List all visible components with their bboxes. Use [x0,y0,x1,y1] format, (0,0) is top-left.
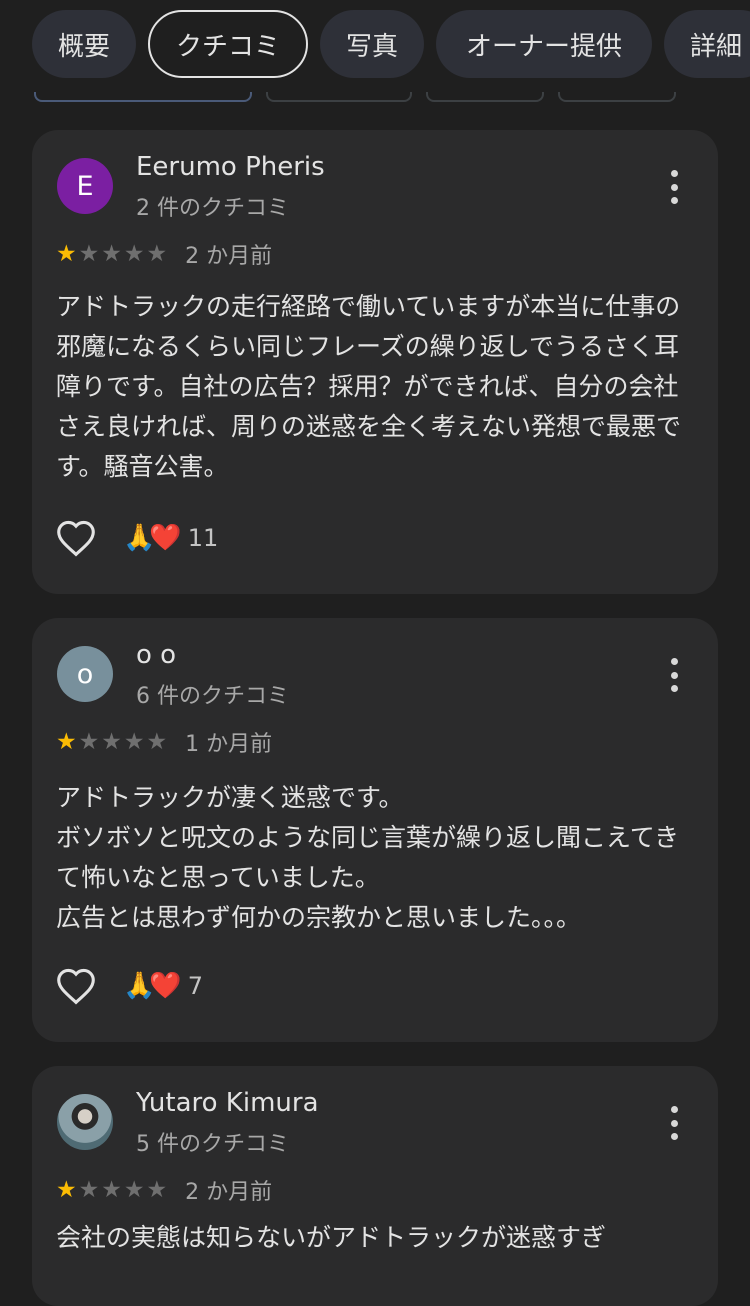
review-count: 2 件のクチコミ [136,196,289,221]
tab-overview[interactable]: 概要 [32,10,136,78]
review-card: E Eerumo Pheris 2 件のクチコミ ★ ★ ★ ★ ★ 2 か月前 アドト… [32,130,718,594]
tab-reviews[interactable]: クチコミ [148,10,308,78]
tab-photos[interactable]: 写真 [320,10,424,78]
review-text: アドトラックが凄く迷惑です。 ボソボソと呪文のような同じ言葉が繰り返し聞こえてき… [56,783,680,932]
review-date: 1 か月前 [185,732,273,757]
reaction-emojis[interactable]: 🙏❤️ [123,971,182,1001]
review-count: 5 件のクチコミ [136,1132,289,1157]
reviewer-name[interactable]: o o [136,640,176,670]
rating-row: ★ ★ ★ ★ ★ 1 か月前 [56,726,272,758]
star-empty-icon: ★ [78,240,100,267]
reaction-emojis[interactable]: 🙏❤️ [123,523,182,553]
star-empty-icon: ★ [123,240,145,267]
reviewer-name[interactable]: Yutaro Kimura [136,1088,319,1118]
star-rating: ★ ★ ★ ★ ★ [56,728,168,755]
star-empty-icon: ★ [146,240,168,267]
more-options-icon[interactable] [670,1106,678,1140]
star-filled-icon: ★ [56,1176,77,1203]
star-filled-icon: ★ [56,240,77,267]
reaction-count: 11 [187,524,219,552]
review-count: 6 件のクチコミ [136,684,289,709]
star-empty-icon: ★ [101,1176,122,1203]
star-empty-icon: ★ [101,240,122,267]
avatar[interactable]: o [57,646,113,702]
rating-row: ★ ★ ★ ★ ★ 2 か月前 [56,1174,272,1206]
tab-bar: 概要 クチコミ 写真 オーナー提供 詳細 [0,0,750,92]
star-rating: ★ ★ ★ ★ ★ [56,240,168,267]
star-empty-icon: ★ [101,728,122,755]
more-options-icon[interactable] [670,658,678,692]
star-filled-icon: ★ [56,728,77,755]
review-text: 会社の実態は知らないがアドトラックが迷惑すぎ [56,1223,607,1252]
review-text: アドトラックの走行経路で働いていますが本当に仕事の邪魔になるくらい同じフレーズの… [56,292,682,481]
heart-outline-icon[interactable] [54,966,98,1006]
star-empty-icon: ★ [123,1176,145,1203]
reviewer-name[interactable]: Eerumo Pheris [136,152,325,182]
rating-row: ★ ★ ★ ★ ★ 2 か月前 [56,238,272,270]
more-options-icon[interactable] [670,170,678,204]
reactions-row: 🙏❤️ 7 [54,966,203,1006]
tab-details[interactable]: 詳細 [664,10,750,78]
review-card: Yutaro Kimura 5 件のクチコミ ★ ★ ★ ★ ★ 2 か月前 会社の実態… [32,1066,718,1306]
tab-owner-provided[interactable]: オーナー提供 [436,10,652,78]
review-card: o o o 6 件のクチコミ ★ ★ ★ ★ ★ 1 か月前 アドトラックが凄く迷惑です… [32,618,718,1042]
star-empty-icon: ★ [78,728,100,755]
star-empty-icon: ★ [78,1176,100,1203]
heart-outline-icon[interactable] [54,518,98,558]
star-empty-icon: ★ [123,728,145,755]
reactions-row: 🙏❤️ 11 [54,518,218,558]
avatar[interactable] [57,1094,113,1150]
review-date: 2 か月前 [185,244,273,269]
review-date: 2 か月前 [185,1180,273,1205]
star-rating: ★ ★ ★ ★ ★ [56,1176,168,1203]
reaction-count: 7 [187,972,204,1000]
avatar[interactable]: E [57,158,113,214]
star-empty-icon: ★ [146,728,168,755]
star-empty-icon: ★ [146,1176,168,1203]
